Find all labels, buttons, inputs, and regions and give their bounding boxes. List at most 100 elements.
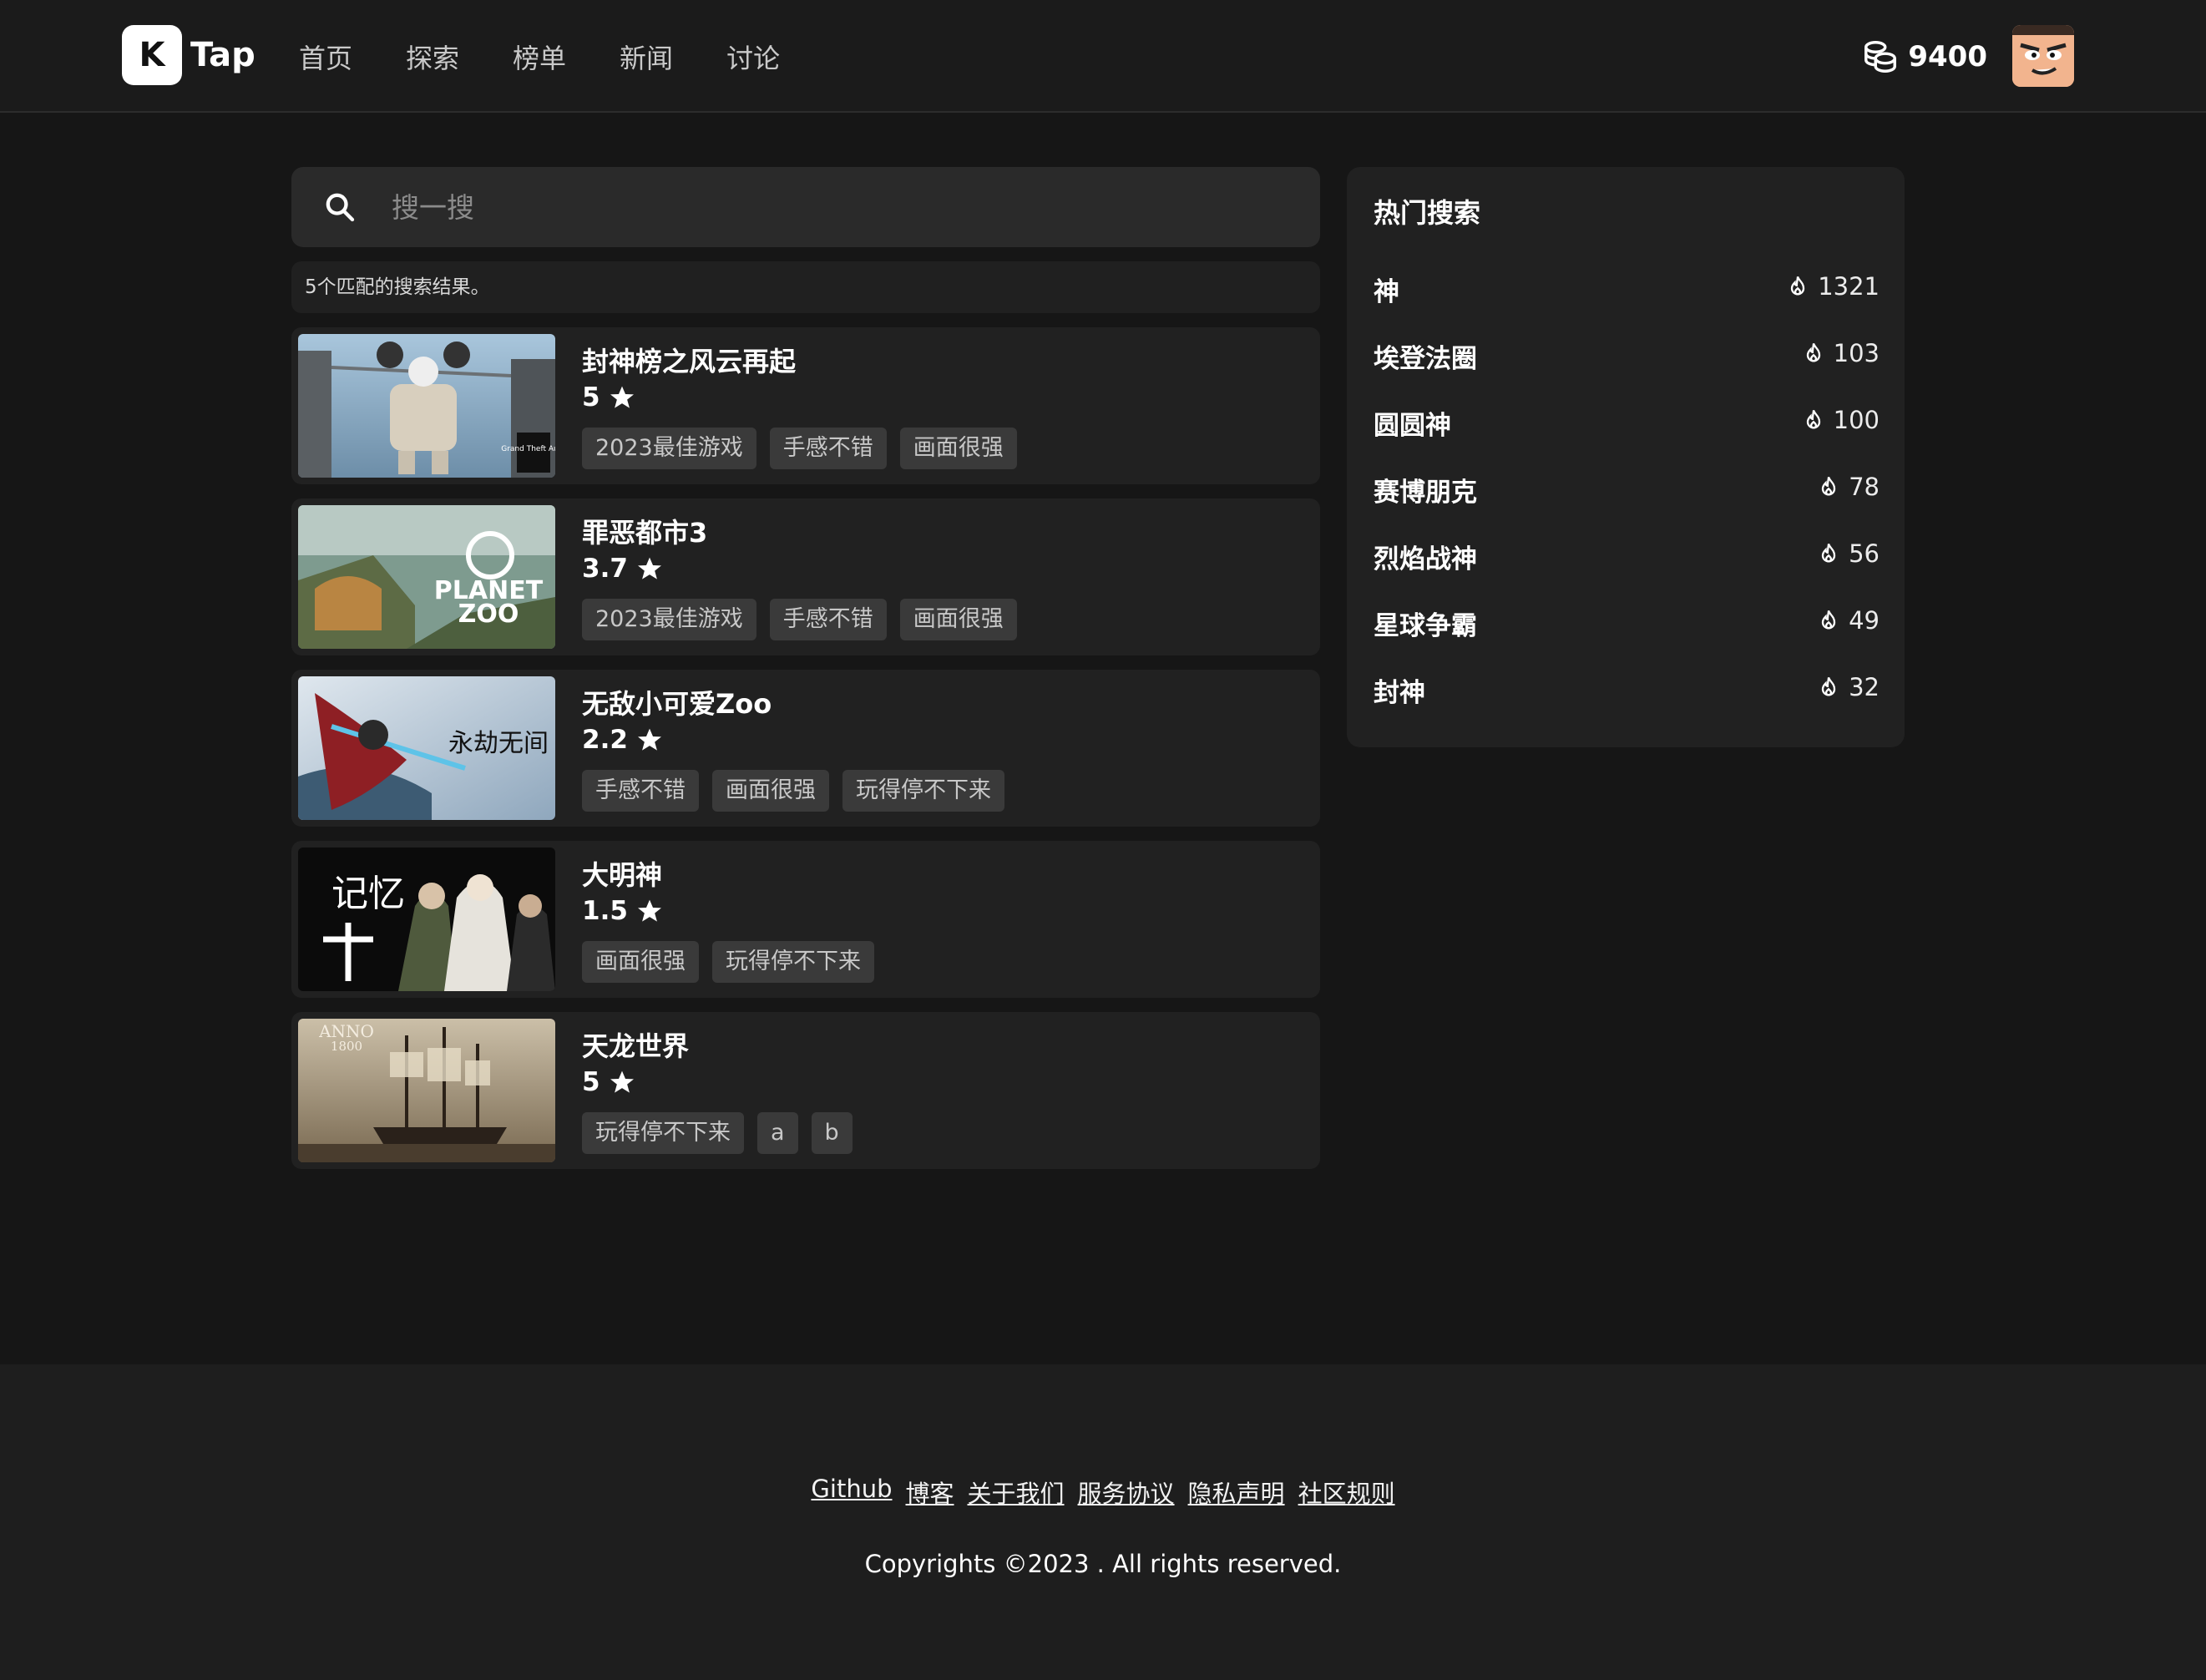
hot-search-count-wrap: 1321 — [1786, 272, 1880, 301]
hot-search-item[interactable]: 封神 32 — [1374, 668, 1880, 735]
wuxia-logo-text: 永劫无间 — [448, 729, 549, 758]
tag[interactable]: 2023最佳游戏 — [582, 599, 756, 640]
footer-link-privacy[interactable]: 隐私声明 — [1188, 1475, 1285, 1510]
star-icon — [610, 386, 634, 408]
hot-search-count: 78 — [1849, 473, 1880, 501]
coins-icon — [1864, 41, 1897, 73]
game-thumbnail: PLANET ZOO — [298, 505, 555, 649]
star-icon — [637, 728, 661, 751]
result-card[interactable]: 永劫无间 无敌小可爱Zoo 2.2 手感不错 画面很强 玩得停不下来 — [291, 670, 1320, 827]
hot-search-item[interactable]: 烈焰战神 56 — [1374, 534, 1880, 601]
hot-search-title: 热门搜索 — [1374, 197, 1481, 229]
tag[interactable]: 画面很强 — [582, 941, 699, 983]
game-rating: 1.5 — [582, 896, 663, 926]
game-title[interactable]: 大明神 — [582, 854, 662, 893]
footer-link-about[interactable]: 关于我们 — [968, 1475, 1065, 1510]
hot-search-term: 赛博朋克 — [1374, 478, 1477, 508]
nav-news[interactable]: 新闻 — [620, 38, 673, 76]
footer-link-github[interactable]: Github — [811, 1475, 892, 1510]
logo-text: Tap — [190, 36, 256, 74]
avatar-face-icon — [2012, 25, 2074, 87]
game-rating: 3.7 — [582, 554, 663, 584]
tag[interactable]: 玩得停不下来 — [582, 1112, 744, 1154]
hot-search-term: 神 — [1374, 277, 1399, 307]
tag[interactable]: 画面很强 — [899, 428, 1017, 469]
hot-search-item[interactable]: 赛博朋克 78 — [1374, 468, 1880, 534]
coin-balance[interactable]: 9400 — [1861, 33, 1987, 80]
hot-search-term: 圆圆神 — [1374, 411, 1451, 441]
hot-search-item[interactable]: 星球争霸 49 — [1374, 601, 1880, 668]
tag[interactable]: 手感不错 — [582, 770, 699, 812]
footer-links: Github 博客 关于我们 服务协议 隐私声明 社区规则 — [0, 1475, 2206, 1510]
tag[interactable]: 手感不错 — [769, 599, 887, 640]
tag-list: 玩得停不下来 a b — [582, 1112, 866, 1154]
footer: Github 博客 关于我们 服务协议 隐私声明 社区规则 Copyrights… — [0, 1364, 2206, 1680]
game-title[interactable]: 封神榜之风云再起 — [582, 341, 796, 379]
tag[interactable]: 画面很强 — [899, 599, 1017, 640]
tag[interactable]: a — [757, 1112, 798, 1154]
tag[interactable]: 画面很强 — [712, 770, 829, 812]
game-thumbnail: 永劫无间 — [298, 676, 555, 820]
hot-search-count-wrap: 32 — [1817, 673, 1880, 701]
footer-link-rules[interactable]: 社区规则 — [1298, 1475, 1395, 1510]
game-rating: 2.2 — [582, 725, 663, 755]
hot-search-item[interactable]: 埃登法圈 103 — [1374, 334, 1880, 401]
nav-home[interactable]: 首页 — [299, 38, 352, 76]
user-avatar[interactable] — [2012, 25, 2074, 87]
hot-search-term: 烈焰战神 — [1374, 544, 1477, 574]
hot-search-count-wrap: 56 — [1817, 539, 1880, 568]
hot-search-term: 埃登法圈 — [1374, 344, 1477, 374]
nav-rankings[interactable]: 榜单 — [513, 38, 566, 76]
footer-link-blog[interactable]: 博客 — [906, 1475, 954, 1510]
ming-logo-text: 记忆 — [331, 873, 405, 915]
game-title[interactable]: 罪恶都市3 — [582, 512, 707, 550]
search-results: Grand Theft Auto 封神榜之风云再起 5 2023最佳游戏 手感不… — [291, 327, 1320, 1183]
nav-explore[interactable]: 探索 — [406, 38, 459, 76]
fire-icon — [1821, 610, 1836, 630]
main-nav: 首页 探索 榜单 新闻 讨论 — [299, 0, 833, 113]
game-rating: 5 — [582, 1067, 635, 1097]
result-card[interactable]: 记忆 大明神 1.5 画面很强 玩得停不下来 — [291, 841, 1320, 998]
tag[interactable]: 玩得停不下来 — [842, 770, 1004, 812]
hot-search-count: 1321 — [1818, 272, 1880, 301]
hot-search-panel: 热门搜索 神 1321 埃登法圈 103 圆圆神 100 赛博朋克 78 烈焰战… — [1347, 167, 1905, 747]
star-icon — [637, 557, 661, 579]
hot-search-count: 103 — [1833, 339, 1880, 367]
hot-search-item[interactable]: 神 1321 — [1374, 267, 1880, 334]
tag[interactable]: b — [811, 1112, 853, 1154]
nav-discussion[interactable]: 讨论 — [726, 38, 780, 76]
hot-search-count-wrap: 78 — [1817, 473, 1880, 501]
footer-link-terms[interactable]: 服务协议 — [1078, 1475, 1175, 1510]
logo[interactable]: K Tap — [122, 25, 256, 85]
game-thumbnail: 记忆 — [298, 848, 555, 991]
game-title[interactable]: 无敌小可爱Zoo — [582, 683, 772, 721]
game-title[interactable]: 天龙世界 — [582, 1025, 689, 1064]
gta-badge-text: Grand Theft Auto — [501, 445, 555, 453]
copyright: Copyrights ©2023 . All rights reserved. — [864, 1550, 1342, 1578]
tag-list: 2023最佳游戏 手感不错 画面很强 — [582, 428, 1030, 469]
search-input[interactable] — [392, 182, 1143, 232]
rating-value: 5 — [582, 382, 600, 412]
game-thumbnail: ANNO 1800 — [298, 1019, 555, 1162]
fire-icon — [1821, 476, 1836, 496]
tag[interactable]: 玩得停不下来 — [712, 941, 874, 983]
star-icon — [610, 1070, 634, 1093]
game-rating: 5 — [582, 382, 635, 412]
search-icon[interactable] — [323, 190, 357, 224]
hot-search-count-wrap: 49 — [1817, 606, 1880, 635]
result-card[interactable]: Grand Theft Auto 封神榜之风云再起 5 2023最佳游戏 手感不… — [291, 327, 1320, 484]
hot-search-count-wrap: 100 — [1802, 406, 1880, 434]
result-count: 5个匹配的搜索结果。 — [291, 261, 1320, 313]
hot-search-count: 100 — [1833, 406, 1880, 434]
tag[interactable]: 2023最佳游戏 — [582, 428, 756, 469]
tag-list: 2023最佳游戏 手感不错 画面很强 — [582, 599, 1030, 640]
top-navbar: K Tap 首页 探索 榜单 新闻 讨论 9400 — [0, 0, 2206, 113]
result-card[interactable]: ANNO 1800 天龙世界 5 玩得停不下来 a b — [291, 1012, 1320, 1169]
tag[interactable]: 手感不错 — [769, 428, 887, 469]
rating-value: 3.7 — [582, 554, 628, 584]
hot-search-item[interactable]: 圆圆神 100 — [1374, 401, 1880, 468]
result-card[interactable]: PLANET ZOO 罪恶都市3 3.7 2023最佳游戏 手感不错 画面很强 — [291, 498, 1320, 655]
rating-value: 5 — [582, 1067, 600, 1097]
zoo-logo-line2: ZOO — [458, 600, 519, 629]
logo-mark: K — [122, 25, 182, 85]
